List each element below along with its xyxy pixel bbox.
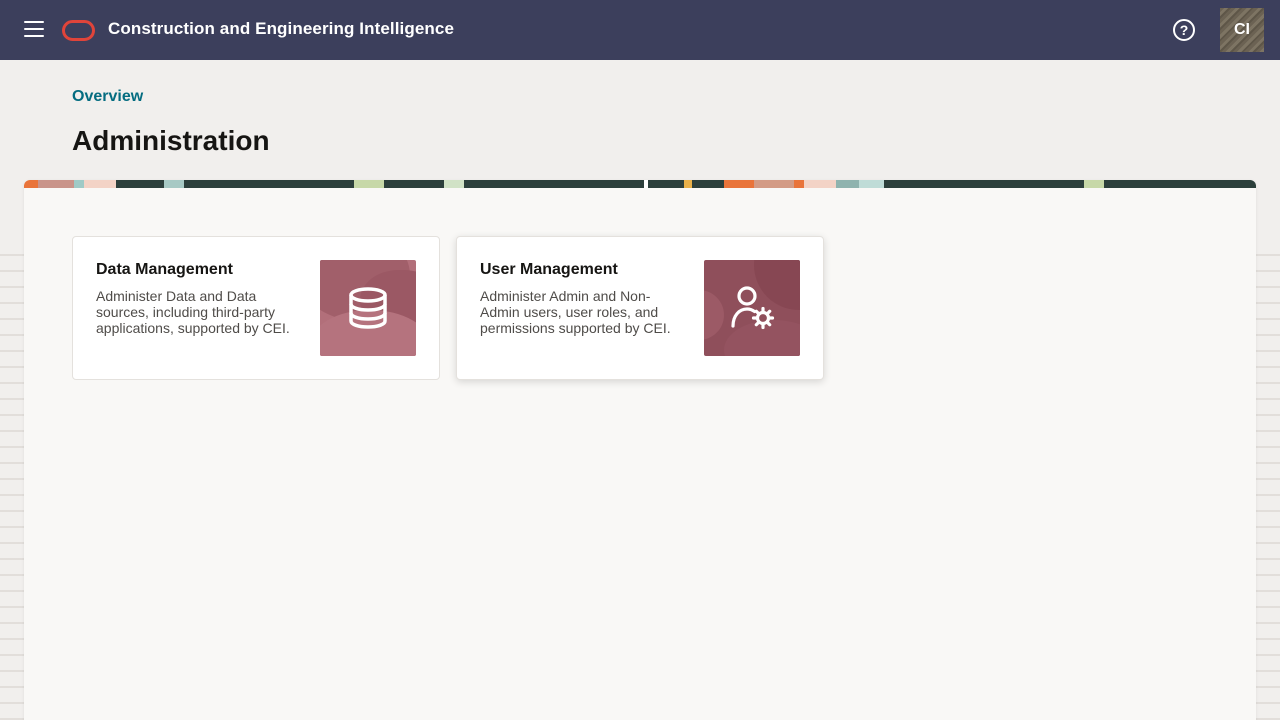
content-panel: Data Management Administer Data and Data…	[24, 180, 1256, 720]
card-title: Data Management	[96, 261, 233, 278]
user-management-card[interactable]: User Management Administer Admin and Non…	[456, 236, 824, 380]
card-description: Administer Data and Data sources, includ…	[96, 288, 290, 336]
app-title: Construction and Engineering Intelligenc…	[108, 19, 455, 38]
card-description: Administer Admin and Non-Admin users, us…	[480, 288, 671, 336]
hamburger-menu-icon[interactable]	[24, 21, 44, 39]
top-navigation-bar: Construction and Engineering Intelligenc…	[0, 0, 1280, 60]
decorative-side-pattern-left	[0, 240, 24, 720]
card-title: User Management	[480, 261, 618, 278]
data-management-card[interactable]: Data Management Administer Data and Data…	[72, 236, 440, 380]
page-title: Administration	[72, 125, 270, 156]
oracle-logo	[62, 20, 95, 41]
card-image	[704, 260, 800, 356]
help-icon[interactable]: ?	[1173, 19, 1195, 41]
decorative-side-pattern-right	[1256, 240, 1280, 720]
database-icon	[349, 287, 387, 329]
breadcrumb-overview-link[interactable]: Overview	[72, 88, 143, 106]
user-settings-icon	[731, 286, 775, 330]
card-image	[320, 260, 416, 356]
decorative-banner	[24, 180, 1256, 188]
user-avatar[interactable]: CI	[1220, 8, 1264, 52]
